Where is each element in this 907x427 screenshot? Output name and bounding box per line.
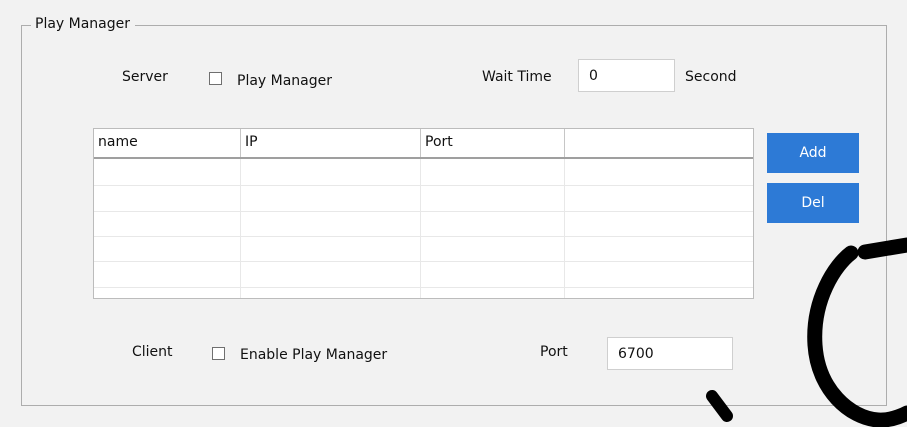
column-divider xyxy=(240,159,241,298)
server-play-manager-checkbox[interactable] xyxy=(209,72,222,85)
wait-time-unit-label: Second xyxy=(685,69,737,85)
wait-time-input[interactable] xyxy=(578,59,675,92)
column-header-name[interactable]: name xyxy=(94,129,241,157)
wait-time-label: Wait Time xyxy=(482,69,552,85)
play-manager-panel: Play Manager Server Play Manager Wait Ti… xyxy=(0,0,907,427)
column-header-extra[interactable] xyxy=(565,129,753,157)
table-row[interactable] xyxy=(94,185,753,186)
table-body xyxy=(94,159,753,298)
server-label: Server xyxy=(122,69,168,85)
column-divider xyxy=(564,159,565,298)
client-port-label: Port xyxy=(540,344,568,360)
table-row[interactable] xyxy=(94,236,753,237)
add-button[interactable]: Add xyxy=(767,133,859,173)
client-label: Client xyxy=(132,344,173,360)
server-play-manager-checkbox-label[interactable]: Play Manager xyxy=(237,72,332,90)
enable-play-manager-checkbox-label[interactable]: Enable Play Manager xyxy=(240,346,387,364)
enable-play-manager-checkbox[interactable] xyxy=(212,347,225,360)
groupbox-title: Play Manager xyxy=(31,15,136,33)
table-row[interactable] xyxy=(94,261,753,262)
table-header: name IP Port xyxy=(94,129,753,159)
column-header-ip[interactable]: IP xyxy=(241,129,421,157)
del-button[interactable]: Del xyxy=(767,183,859,223)
client-port-input[interactable] xyxy=(607,337,733,370)
server-list-table[interactable]: name IP Port xyxy=(93,128,754,299)
table-row[interactable] xyxy=(94,287,753,288)
table-row[interactable] xyxy=(94,211,753,212)
column-divider xyxy=(420,159,421,298)
column-header-port[interactable]: Port xyxy=(421,129,565,157)
